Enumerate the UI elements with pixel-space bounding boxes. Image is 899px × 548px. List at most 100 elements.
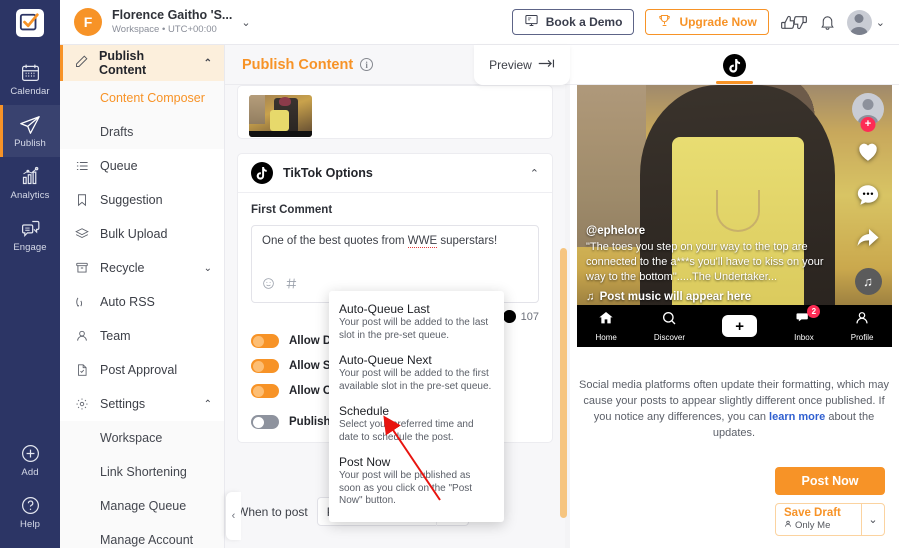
- nav-label-discover: Discover: [653, 333, 686, 342]
- tiktok-options-header[interactable]: TikTok Options ⌃: [238, 154, 552, 193]
- user-menu[interactable]: ⌄: [846, 9, 885, 35]
- nav-label-profile: Profile: [850, 333, 874, 342]
- thumbs-up-down-icon[interactable]: [780, 14, 808, 31]
- workspace-chevron-down-icon[interactable]: ⌄: [241, 16, 250, 29]
- preview-tab-tiktok[interactable]: [716, 54, 753, 84]
- bell-icon[interactable]: [819, 14, 836, 31]
- post-now-button[interactable]: Post Now: [775, 467, 885, 495]
- rail-item-engage[interactable]: Engage: [0, 209, 60, 261]
- media-attachment-card: [237, 85, 553, 139]
- sidebar-item-post-approval[interactable]: Post Approval: [60, 353, 224, 387]
- sidebar-item-manage-account[interactable]: Manage Account: [60, 523, 224, 548]
- dropdown-option-title: Schedule: [339, 404, 390, 418]
- sidebar-item-auto-rss[interactable]: Auto RSS: [60, 285, 224, 319]
- first-comment-value: One of the best quotes from WWE supersta…: [262, 235, 498, 248]
- dropdown-option-auto-queue-next[interactable]: Auto-Queue Next Your post will be added …: [329, 348, 504, 399]
- comment-dots-icon[interactable]: [855, 182, 881, 213]
- rail-item-add[interactable]: Add: [0, 434, 60, 486]
- dropdown-option-auto-queue-last[interactable]: Auto-Queue Last Your post will be added …: [329, 297, 504, 348]
- person-icon: [74, 329, 89, 343]
- chevron-down-icon: ⌄: [868, 514, 878, 526]
- gear-icon: [74, 397, 89, 411]
- rail-item-calendar[interactable]: Calendar: [0, 53, 60, 105]
- upgrade-now-label: Upgrade Now: [679, 15, 757, 29]
- layers-icon: [74, 227, 89, 241]
- sidebar-item-recycle[interactable]: Recycle ⌄: [60, 251, 224, 285]
- bookmark-icon: [74, 193, 89, 207]
- rail-item-analytics[interactable]: Analytics: [0, 157, 60, 209]
- footer-actions: Post Now Save Draft Only Me ⌄: [775, 467, 885, 536]
- dropdown-option-desc: Your post will be added to the first ava…: [339, 368, 492, 392]
- settings-subitems: Workspace Link Shortening Manage Queue M…: [60, 421, 224, 548]
- info-icon[interactable]: i: [360, 58, 374, 71]
- tiktok-options-title: TikTok Options: [283, 166, 373, 180]
- search-icon: [661, 310, 677, 331]
- person-icon: [854, 310, 870, 331]
- create-plus-icon: +: [719, 315, 761, 337]
- user-chevron-down-icon: ⌄: [875, 16, 885, 29]
- rail-label-add: Add: [21, 466, 39, 478]
- nav-item-discover[interactable]: Discover: [654, 310, 685, 342]
- sidebar-label-auto-rss: Auto RSS: [100, 295, 155, 309]
- sidebar-item-queue[interactable]: Queue: [60, 149, 224, 183]
- sidebar-item-settings[interactable]: Settings ⌃: [60, 387, 224, 421]
- sidebar-item-link-shortening[interactable]: Link Shortening: [60, 455, 224, 489]
- nav-item-create[interactable]: +: [719, 315, 761, 337]
- app-logo[interactable]: [0, 0, 60, 45]
- preview-handle: @ephelore: [586, 225, 646, 238]
- sidebar-label-team: Team: [100, 329, 131, 343]
- dropdown-option-schedule[interactable]: Schedule Select your preferred time and …: [329, 399, 504, 450]
- form-scrollbar[interactable]: [560, 248, 567, 518]
- emoji-icon[interactable]: [262, 277, 275, 295]
- tiktok-icon: [723, 54, 746, 77]
- rail-item-publish[interactable]: Publish: [0, 105, 60, 157]
- sidebar-item-publish-content[interactable]: Publish Content ⌃: [60, 45, 224, 81]
- toggle-switch[interactable]: [251, 415, 279, 429]
- trophy-icon: [657, 13, 672, 31]
- chevron-up-icon: ⌃: [203, 398, 212, 410]
- book-demo-button[interactable]: Book a Demo: [511, 9, 635, 35]
- sidebar-item-team[interactable]: Team: [60, 319, 224, 353]
- list-icon: [74, 159, 89, 173]
- toggle-switch[interactable]: [251, 359, 279, 373]
- rail-label-engage: Engage: [13, 241, 47, 253]
- video-thumbnail[interactable]: [249, 95, 312, 137]
- upgrade-now-button[interactable]: Upgrade Now: [645, 9, 769, 35]
- save-draft-label: Save Draft: [784, 507, 841, 520]
- preview-toggle-tab[interactable]: Preview: [474, 45, 570, 85]
- share-arrow-icon[interactable]: [855, 226, 881, 255]
- save-draft-text: Save Draft Only Me: [776, 507, 861, 531]
- hashtag-icon[interactable]: [285, 277, 298, 295]
- when-to-post-dropdown: Auto-Queue Last Your post will be added …: [329, 291, 504, 522]
- preview-profile-avatar[interactable]: +: [852, 93, 884, 132]
- sidebar-item-bulk-upload[interactable]: Bulk Upload: [60, 217, 224, 251]
- bar-chart-icon: [20, 166, 41, 188]
- workspace-avatar[interactable]: F: [74, 8, 102, 36]
- top-bar-actions: Book a Demo Upgrade Now ⌄: [511, 9, 885, 35]
- nav-item-inbox[interactable]: 2 Inbox: [794, 305, 821, 342]
- save-draft-button[interactable]: Save Draft Only Me ⌄: [775, 503, 885, 536]
- nav-item-home[interactable]: Home: [596, 310, 617, 342]
- workspace-info: Florence Gaitho 'S... Workspace • UTC+00…: [112, 8, 232, 36]
- panel-collapse-handle[interactable]: ‹: [226, 492, 241, 540]
- heart-icon[interactable]: [855, 138, 881, 169]
- sidebar-item-drafts[interactable]: Drafts: [60, 115, 224, 149]
- nav-item-profile[interactable]: Profile: [850, 310, 874, 342]
- dropdown-option-post-now[interactable]: Post Now Your post will be published as …: [329, 450, 504, 514]
- sidebar-item-content-composer[interactable]: Content Composer: [60, 81, 224, 115]
- learn-more-link[interactable]: learn more: [769, 411, 825, 423]
- chevron-down-icon: ⌄: [203, 262, 212, 274]
- rail-label-publish: Publish: [14, 137, 46, 149]
- toggle-switch[interactable]: [251, 384, 279, 398]
- pencil-icon: [74, 54, 89, 72]
- toggle-switch[interactable]: [251, 334, 279, 348]
- rail-item-help[interactable]: Help: [0, 486, 60, 538]
- sidebar-label-bulk-upload: Bulk Upload: [100, 227, 168, 241]
- sidebar-item-suggestion[interactable]: Suggestion: [60, 183, 224, 217]
- sidebar-item-workspace[interactable]: Workspace: [60, 421, 224, 455]
- music-disc-icon[interactable]: ♫: [854, 268, 882, 295]
- page-title: Publish Content: [242, 56, 354, 73]
- nav-label-inbox: Inbox: [794, 333, 814, 342]
- book-demo-label: Book a Demo: [545, 15, 623, 29]
- sidebar-item-manage-queue[interactable]: Manage Queue: [60, 489, 224, 523]
